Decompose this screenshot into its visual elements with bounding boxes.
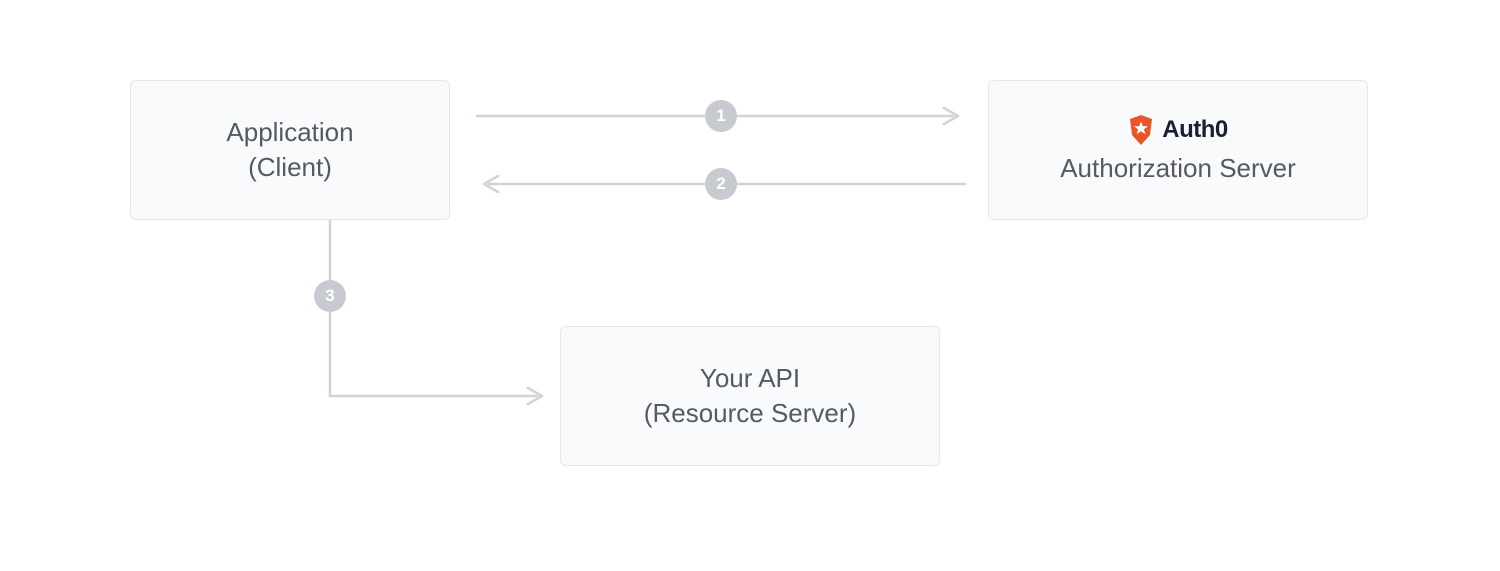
- box-api-line1: Your API: [700, 361, 800, 396]
- box-api-line2: (Resource Server): [644, 396, 856, 431]
- auth0-shield-icon: [1128, 115, 1154, 145]
- arrow-step-3: [320, 220, 560, 410]
- step-badge-3: 3: [314, 280, 346, 312]
- auth0-wordmark: Auth0: [1162, 114, 1228, 146]
- step-badge-2: 2: [705, 168, 737, 200]
- step-badge-1: 1: [705, 100, 737, 132]
- step-badge-2-number: 2: [716, 174, 725, 194]
- step-badge-1-number: 1: [716, 106, 725, 126]
- box-client-line1: Application: [226, 115, 353, 150]
- box-authorization-server: Auth0 Authorization Server: [988, 80, 1368, 220]
- box-your-api: Your API (Resource Server): [560, 326, 940, 466]
- box-application-client: Application (Client): [130, 80, 450, 220]
- box-auth-server-label: Authorization Server: [1060, 151, 1296, 186]
- auth0-brand-row: Auth0: [1128, 114, 1228, 146]
- box-client-line2: (Client): [248, 150, 332, 185]
- step-badge-3-number: 3: [325, 286, 334, 306]
